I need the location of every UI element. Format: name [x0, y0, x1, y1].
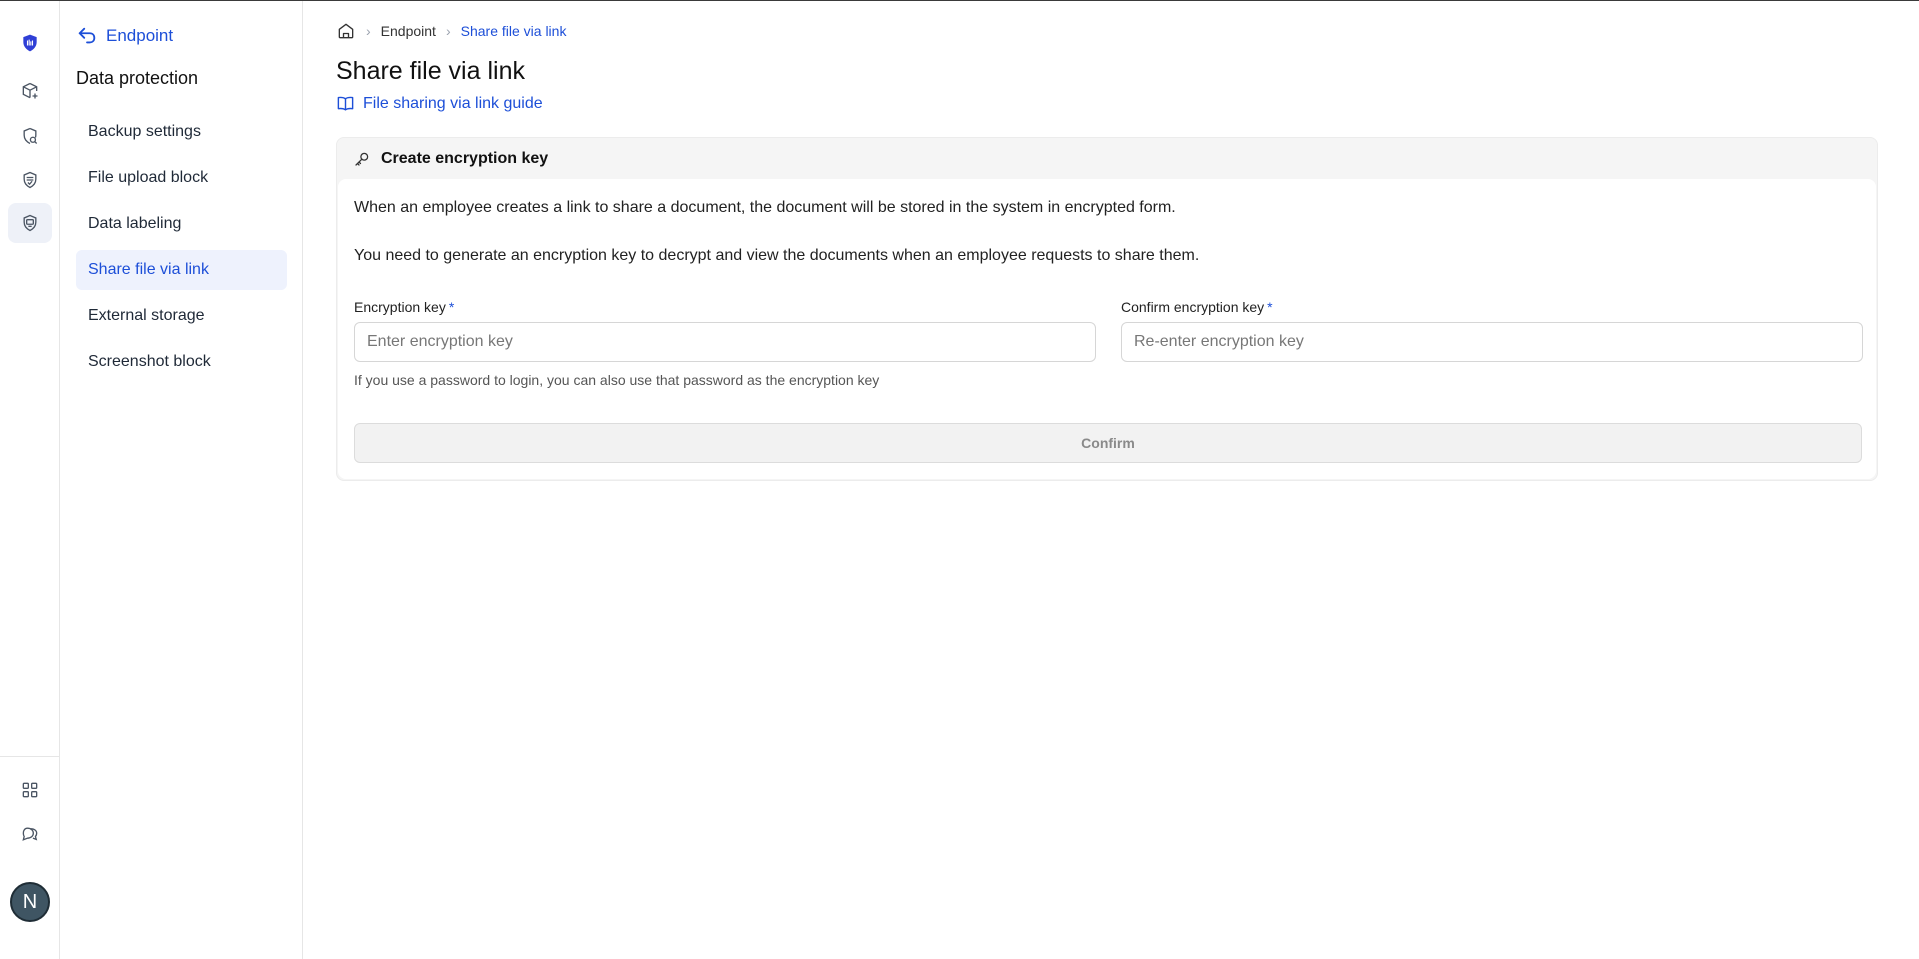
grid-icon[interactable] [8, 770, 52, 810]
sidebar-item-backup-settings[interactable]: Backup settings [76, 112, 287, 152]
required-marker: * [1267, 299, 1273, 315]
book-icon [337, 96, 354, 111]
chevron-right-icon: › [445, 23, 451, 39]
home-icon[interactable] [336, 21, 356, 41]
breadcrumb: › Endpoint › Share file via link [336, 21, 566, 41]
chat-icon[interactable] [8, 814, 52, 854]
sidebar-item-data-labeling[interactable]: Data labeling [76, 204, 287, 244]
icon-rail: N [0, 1, 60, 959]
sidebar-item-label: Data labeling [88, 215, 182, 232]
sidebar-item-label: Share file via link [88, 261, 209, 278]
card-header: Create encryption key [337, 138, 1877, 179]
avatar-initial: N [22, 890, 38, 913]
encryption-key-card: Create encryption key When an employee c… [336, 137, 1878, 481]
sidebar-item-label: Backup settings [88, 123, 201, 140]
encryption-key-input[interactable] [354, 322, 1096, 362]
sidebar-item-label: File upload block [88, 169, 209, 186]
card-body: When an employee creates a link to share… [338, 179, 1876, 479]
sidebar-item-screenshot-block[interactable]: Screenshot block [76, 342, 287, 382]
page-title: Share file via link [336, 57, 525, 85]
card-title: Create encryption key [381, 149, 549, 167]
description-paragraph-2: You need to generate an encryption key t… [354, 247, 1200, 264]
confirm-encryption-key-input[interactable] [1121, 322, 1863, 362]
confirm-button[interactable]: Confirm [354, 423, 1862, 463]
guide-link-label: File sharing via link guide [363, 94, 543, 112]
section-sidebar: Endpoint Data protection Backup settings… [60, 1, 303, 959]
shield-logo-icon[interactable] [8, 23, 52, 63]
rail-divider [0, 756, 60, 757]
confirm-encryption-key-label-text: Confirm encryption key [1121, 299, 1265, 315]
breadcrumb-item-endpoint[interactable]: Endpoint [381, 23, 436, 39]
box-plus-icon[interactable] [8, 71, 52, 111]
back-arrow-icon [78, 27, 96, 44]
back-link-label: Endpoint [106, 26, 174, 45]
search-shield-icon[interactable] [8, 116, 52, 156]
encryption-key-label-text: Encryption key [354, 299, 446, 315]
sidebar-item-file-upload-block[interactable]: File upload block [76, 158, 287, 198]
confirm-encryption-key-label: Confirm encryption key * [1121, 299, 1273, 315]
sidebar-item-label: External storage [88, 307, 205, 324]
shield-monitor-icon[interactable] [8, 203, 52, 243]
avatar[interactable]: N [10, 882, 50, 922]
sidebar-item-share-file-via-link[interactable]: Share file via link [76, 250, 287, 290]
encryption-key-label: Encryption key * [354, 299, 454, 315]
description-paragraph-1: When an employee creates a link to share… [354, 199, 1176, 216]
sidebar-item-external-storage[interactable]: External storage [76, 296, 287, 336]
sidebar-item-label: Screenshot block [88, 353, 211, 370]
chevron-right-icon: › [366, 23, 371, 39]
required-marker: * [448, 299, 455, 315]
encryption-key-hint: If you use a password to login, you can … [354, 372, 880, 388]
shield-check-icon[interactable] [8, 160, 52, 200]
breadcrumb-item-current: Share file via link [460, 23, 567, 39]
sidebar-title: Data protection [76, 68, 199, 88]
back-link-endpoint[interactable]: Endpoint [76, 25, 173, 47]
key-icon [355, 152, 369, 166]
guide-link[interactable]: File sharing via link guide [336, 94, 543, 113]
